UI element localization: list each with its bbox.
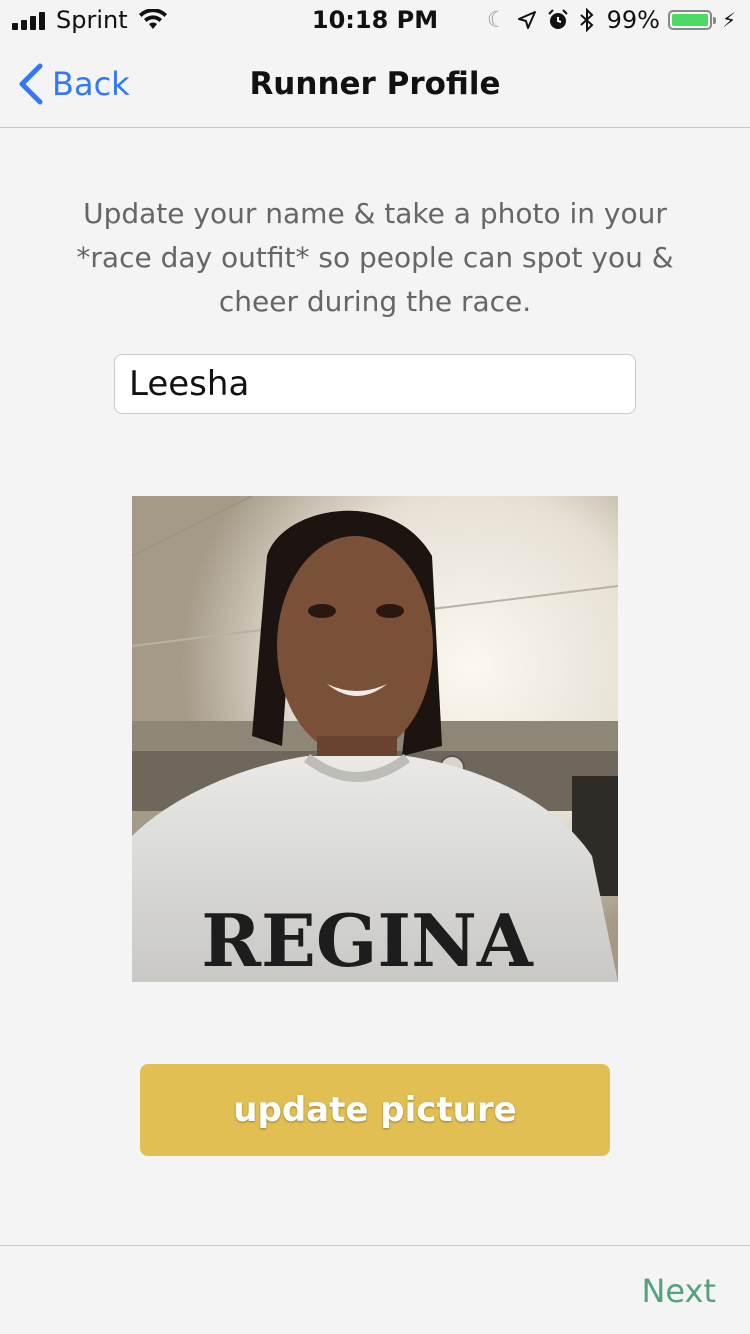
status-right: ☾ 99% ⚡ — [477, 6, 736, 34]
status-bar: Sprint 10:18 PM ☾ 99% ⚡ — [0, 0, 750, 40]
name-input[interactable] — [114, 354, 636, 414]
battery-percent: 99% — [606, 6, 660, 34]
location-icon — [517, 11, 536, 29]
alarm-icon — [547, 9, 568, 29]
page-title: Runner Profile — [249, 66, 501, 102]
navigation-bar: Back Runner Profile — [0, 40, 750, 128]
instruction-line-3: cheer during the race. — [218, 285, 532, 318]
instruction-line-2: *race day outfit* so people can spot you… — [76, 241, 674, 274]
profile-photo: REGINA — [132, 496, 618, 982]
battery-icon — [667, 10, 716, 30]
instruction-text: Update your name & take a photo in your … — [60, 192, 690, 324]
moon-icon: ☾ — [486, 7, 507, 33]
next-button[interactable]: Next — [641, 1272, 716, 1310]
update-picture-button[interactable]: update picture — [140, 1064, 610, 1156]
footer-bar: Next — [0, 1245, 750, 1334]
charging-icon: ⚡ — [721, 8, 736, 32]
shirt-lettering: REGINA — [201, 898, 534, 982]
profile-photo-image: REGINA — [132, 496, 618, 982]
instruction-line-1: Update your name & take a photo in your — [83, 197, 667, 230]
bluetooth-icon — [579, 8, 594, 32]
